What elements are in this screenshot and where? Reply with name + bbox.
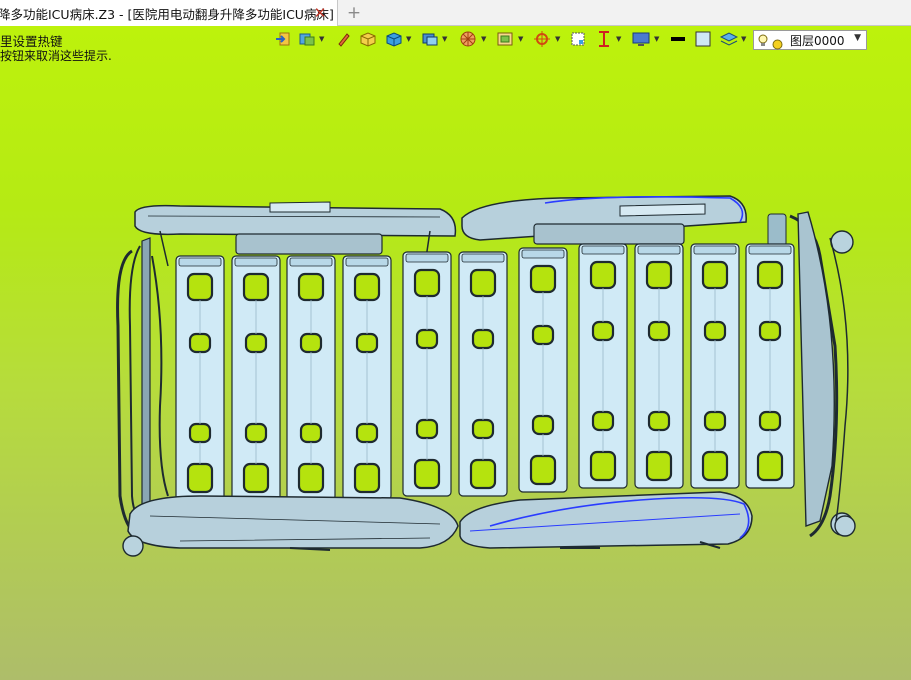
close-tab-icon[interactable]: ✕ — [311, 4, 329, 22]
hospital-bed-model — [116, 195, 856, 557]
document-tab-title: 降多功能ICU病床.Z3 - [医院用电动翻身升降多功能ICU病床] — [0, 6, 334, 22]
document-tab[interactable]: 降多功能ICU病床.Z3 - [医院用电动翻身升降多功能ICU病床] ✕ — [0, 0, 338, 26]
new-tab-button[interactable]: + — [344, 3, 364, 23]
3d-viewport[interactable]: 里设置热键 按钮来取消这些提示. ▼ ▼ ▼ ▼ ▼ ▼ ▼ ▼ ▼ 图层000… — [0, 26, 911, 680]
document-tab-bar: 降多功能ICU病床.Z3 - [医院用电动翻身升降多功能ICU病床] ✕ + — [0, 0, 911, 26]
